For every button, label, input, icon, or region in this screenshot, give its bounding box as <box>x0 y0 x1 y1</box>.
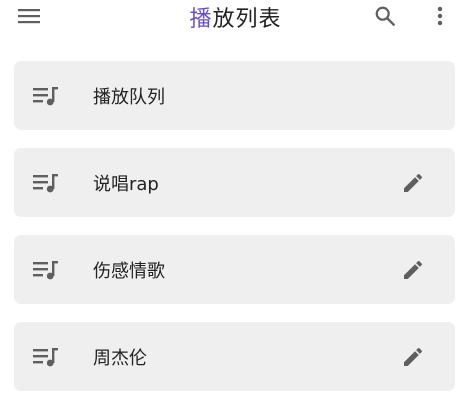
playlist-item-label: 播放队列 <box>93 86 165 108</box>
playlist-music-icon <box>33 261 58 280</box>
playlist-list: 播放队列 说唱rap 伤感情歌 周杰伦 <box>14 61 455 408</box>
menu-icon <box>18 9 40 24</box>
playlist-item-label: 周杰伦 <box>93 347 147 369</box>
playlist-item-jay-chou[interactable]: 周杰伦 <box>14 322 455 391</box>
playlist-item-rap[interactable]: 说唱rap <box>14 148 455 217</box>
playlist-screen: 播放列表 播放队列 说唱rap 伤感情歌 周杰伦 <box>0 0 471 408</box>
edit-pencil-icon <box>404 260 423 279</box>
search-button[interactable] <box>370 3 400 29</box>
menu-button[interactable] <box>14 3 44 29</box>
edit-pencil-icon <box>404 173 423 192</box>
edit-playlist-button[interactable] <box>399 169 427 197</box>
edit-pencil-icon <box>404 347 423 366</box>
page-title-accent: 播 <box>189 7 213 32</box>
page-title-rest: 放列表 <box>212 7 282 32</box>
playlist-item-label: 说唱rap <box>93 173 159 195</box>
page-title: 播放列表 <box>0 0 471 34</box>
edit-playlist-button[interactable] <box>399 256 427 284</box>
playlist-item-label: 伤感情歌 <box>93 260 165 282</box>
playlist-item-sad-songs[interactable]: 伤感情歌 <box>14 235 455 304</box>
playlist-music-icon <box>33 174 58 193</box>
more-options-button[interactable] <box>428 3 452 29</box>
playlist-music-icon <box>33 348 58 367</box>
more-vert-icon <box>437 6 443 26</box>
search-icon <box>375 6 395 26</box>
playlist-music-icon <box>33 87 58 106</box>
edit-playlist-button[interactable] <box>399 343 427 371</box>
top-app-bar: 播放列表 <box>0 0 471 34</box>
playlist-item-queue[interactable]: 播放队列 <box>14 61 455 130</box>
